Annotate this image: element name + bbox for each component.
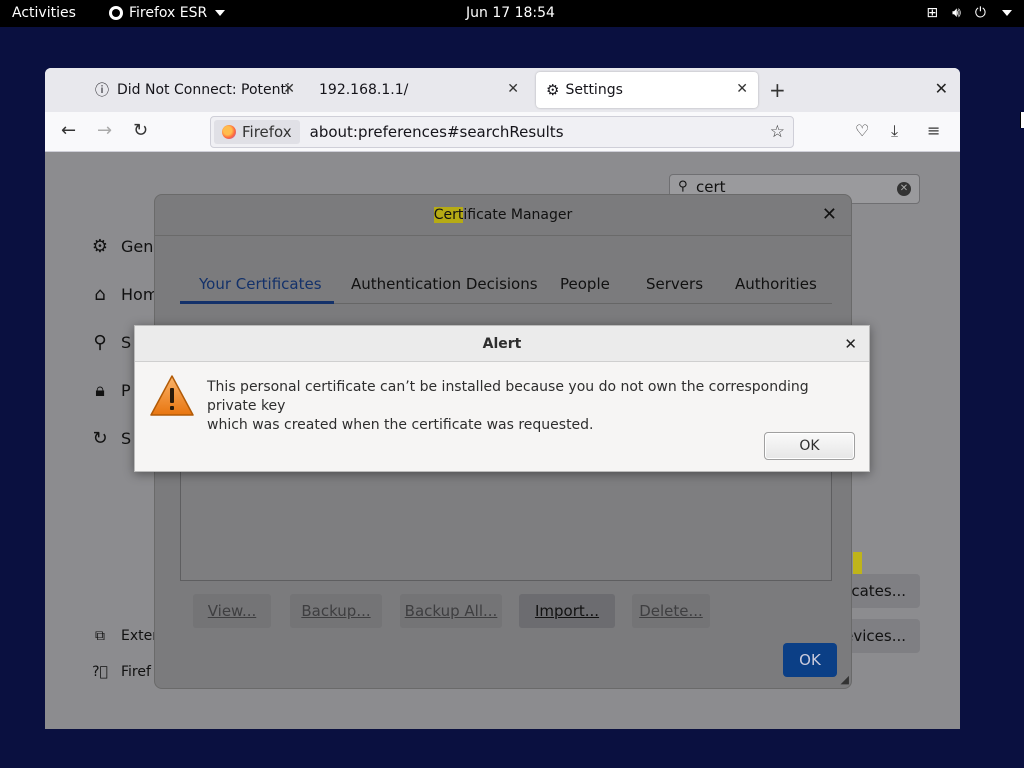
sidebar-extensions-link[interactable]: ⧉ Exter: [89, 628, 158, 644]
tab-label: 192.168.1.1/: [319, 82, 409, 98]
close-icon[interactable]: ✕: [283, 81, 295, 97]
sync-icon: ↻: [92, 428, 108, 449]
tab-settings[interactable]: ⚙ Settings ✕: [536, 72, 758, 108]
alert-message-line: This personal certificate can’t be insta…: [207, 379, 809, 414]
gear-icon: ⚙: [546, 81, 560, 99]
tab-servers[interactable]: Servers: [646, 275, 703, 293]
close-icon[interactable]: ✕: [507, 81, 519, 97]
identity-box[interactable]: Firefox: [214, 120, 300, 144]
volume-icon: 🔊︎: [952, 5, 961, 21]
warning-icon: [150, 375, 194, 416]
button-label: cates...: [851, 582, 906, 600]
sidebar-item-label: P: [121, 381, 131, 400]
sidebar-footer-label: Firef: [121, 664, 151, 680]
puzzle-icon: ⧉: [95, 628, 105, 644]
clear-icon[interactable]: ✕: [897, 182, 911, 196]
sidebar-item-privacy[interactable]: 🔒︎ P: [89, 380, 131, 401]
sidebar-support-link[interactable]: ?⃝ Firef: [89, 664, 151, 680]
sidebar-item-label: Hom: [121, 285, 159, 304]
close-icon[interactable]: ✕: [822, 204, 837, 225]
tab-label: Settings: [565, 82, 623, 98]
search-icon: ⚲: [678, 179, 688, 194]
firefox-icon: [109, 6, 123, 20]
pocket-icon[interactable]: ♡: [855, 121, 869, 140]
url-text[interactable]: about:preferences#searchResults: [310, 123, 564, 141]
identity-label: Firefox: [242, 123, 292, 141]
divider: [155, 235, 851, 236]
activities-button[interactable]: Activities: [12, 5, 76, 21]
clock[interactable]: Jun 17 18:54: [466, 5, 555, 21]
title-rest: ificate Manager: [463, 207, 573, 223]
title-highlight: Cert: [433, 207, 464, 223]
top-bar: Activities Firefox ESR Jun 17 18:54 ⊞ 🔊︎…: [0, 0, 1024, 27]
reload-button[interactable]: ↻: [133, 120, 148, 141]
backup-button[interactable]: Backup...: [290, 594, 382, 628]
help-icon: ?⃝: [92, 664, 108, 680]
network-icon: ⊞: [926, 5, 939, 21]
power-icon: ⏻: [974, 5, 986, 21]
sidebar-item-search[interactable]: ⚲ S: [89, 332, 131, 353]
menu-icon[interactable]: ≡: [927, 121, 940, 140]
alert-message: This personal certificate can’t be insta…: [207, 378, 857, 435]
firefox-icon: [222, 125, 236, 139]
search-icon: ⚲: [93, 332, 107, 353]
button-label: evices...: [844, 627, 906, 645]
tab-label: Did Not Connect: Potenti: [117, 82, 290, 98]
download-icon[interactable]: ⤓: [891, 121, 898, 141]
alert-title-text: Alert: [482, 336, 522, 352]
close-icon[interactable]: ✕: [736, 81, 748, 97]
system-menu[interactable]: ⊞ 🔊︎ ⏻: [926, 5, 1012, 21]
certificate-list[interactable]: [180, 471, 832, 581]
tab-bar: ⓘ Did Not Connect: Potenti ✕ 192.168.1.1…: [45, 68, 960, 112]
app-menu[interactable]: Firefox ESR: [109, 5, 226, 21]
sidebar-item-sync[interactable]: ↻ S: [89, 428, 131, 449]
chevron-down-icon: [215, 10, 226, 16]
home-icon: ⌂: [94, 284, 106, 305]
resize-grip-icon[interactable]: ◢: [841, 673, 849, 686]
info-icon: ⓘ: [95, 83, 109, 99]
alert-ok-button[interactable]: OK: [764, 432, 855, 460]
ok-button[interactable]: OK: [783, 643, 837, 677]
back-button[interactable]: ←: [61, 120, 76, 141]
sidebar-item-home[interactable]: ⌂ Hom: [89, 284, 158, 305]
mouse-cursor: [1020, 112, 1024, 128]
tab-selection-indicator: [180, 301, 334, 304]
tab-authentication-decisions[interactable]: Authentication Decisions: [351, 275, 538, 293]
alert-dialog: Alert ✕ This personal certificate can’t …: [134, 325, 870, 472]
window-close-button[interactable]: ✕: [935, 79, 948, 98]
sidebar-footer-label: Exter: [121, 628, 158, 644]
nav-bar: ← → ↻ Firefox about:preferences#searchRe…: [45, 112, 960, 152]
tab-authorities[interactable]: Authorities: [735, 275, 817, 293]
gear-icon: ⚙: [91, 236, 109, 257]
tab-did-not-connect[interactable]: ⓘ Did Not Connect: Potenti ✕: [85, 72, 305, 108]
lock-icon: 🔒︎: [95, 380, 105, 401]
tab-people[interactable]: People: [560, 275, 610, 293]
chevron-down-icon: [1002, 10, 1012, 16]
forward-button[interactable]: →: [97, 120, 112, 141]
sidebar-item-label: S: [121, 333, 132, 352]
app-menu-label: Firefox ESR: [129, 5, 208, 21]
url-bar[interactable]: Firefox about:preferences#searchResults …: [210, 116, 794, 148]
search-highlight: [853, 552, 862, 576]
dialog-title: Certificate Manager: [155, 195, 851, 235]
alert-message-line: which was created when the certificate w…: [207, 417, 594, 433]
sidebar-item-label: S: [121, 429, 132, 448]
new-tab-button[interactable]: +: [769, 78, 786, 102]
import-button[interactable]: Import...: [519, 594, 615, 628]
delete-button[interactable]: Delete...: [632, 594, 710, 628]
tab-router[interactable]: 192.168.1.1/ ✕: [309, 72, 529, 108]
sidebar-item-general[interactable]: ⚙ Gen: [89, 236, 153, 257]
backup-all-button[interactable]: Backup All...: [400, 594, 502, 628]
bookmark-star-icon[interactable]: ☆: [770, 122, 785, 142]
close-icon[interactable]: ✕: [844, 326, 857, 362]
tab-your-certificates[interactable]: Your Certificates: [199, 275, 322, 293]
view-button[interactable]: View...: [193, 594, 271, 628]
sidebar-item-label: Gen: [121, 237, 154, 256]
alert-title: Alert: [135, 326, 869, 362]
